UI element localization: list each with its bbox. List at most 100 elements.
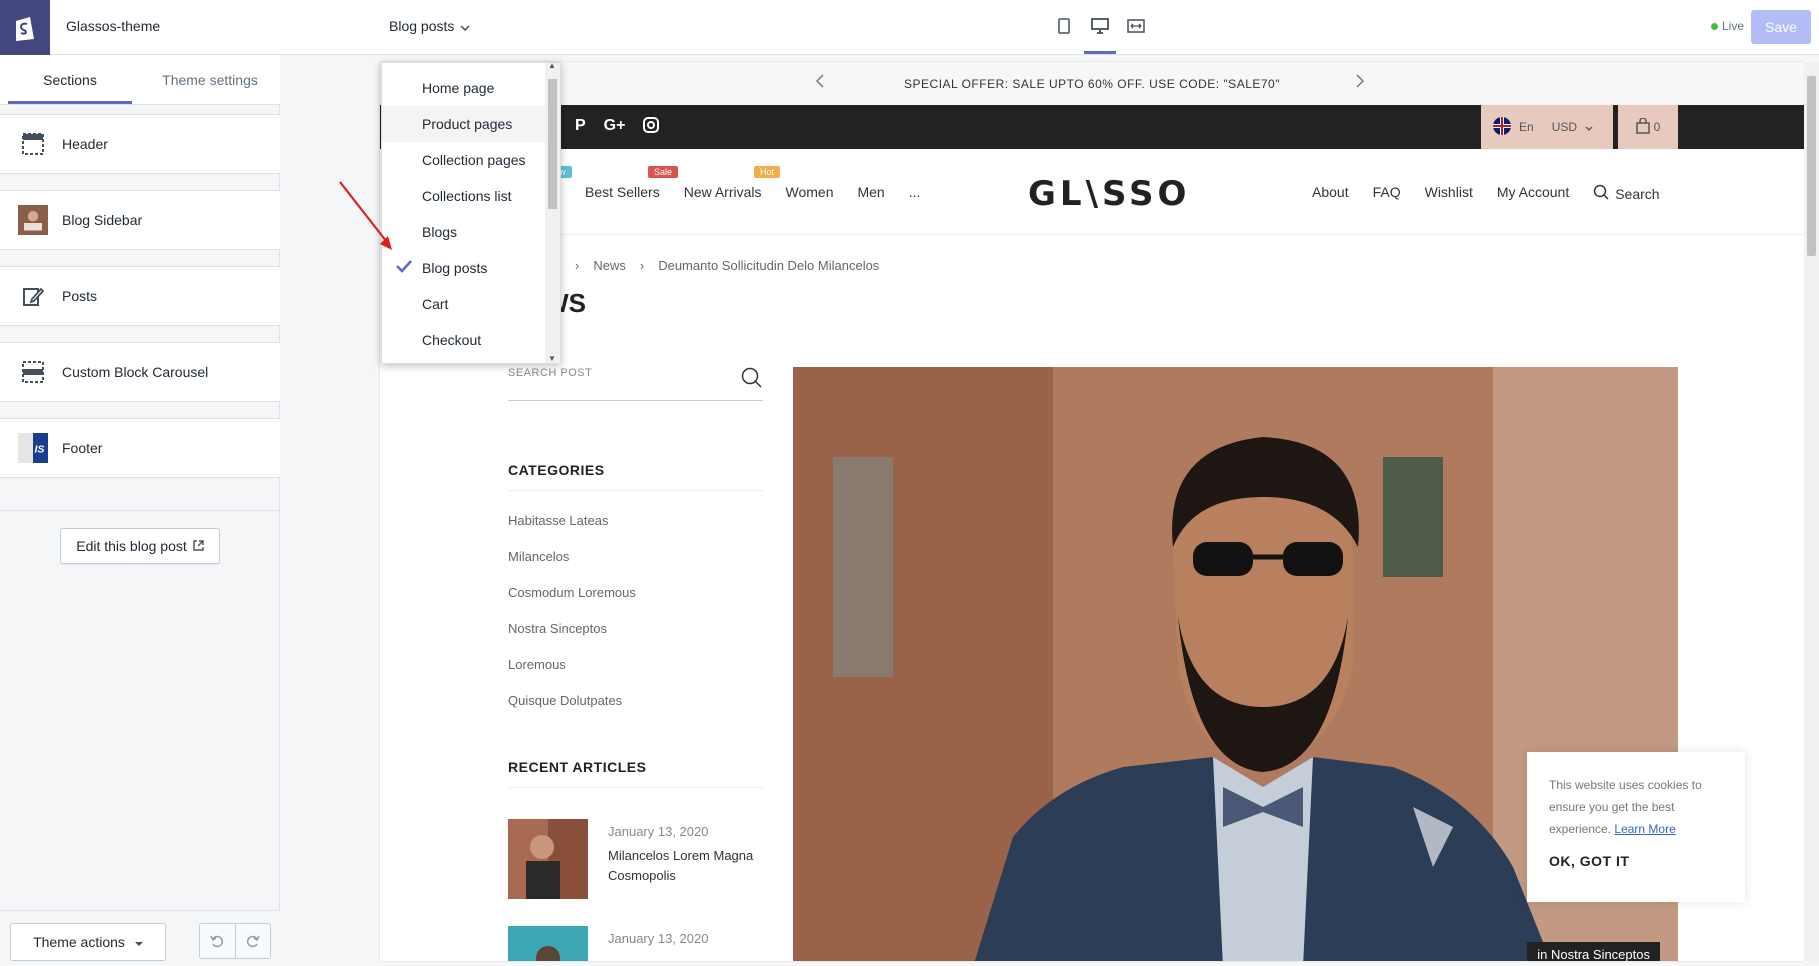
dropdown-item-checkout[interactable]: Checkout — [382, 322, 547, 358]
recent-article[interactable]: January 13, 2020 — [508, 926, 763, 961]
scroll-down-icon[interactable]: ▼ — [548, 354, 556, 363]
chevron-down-icon — [460, 18, 470, 34]
nav-women[interactable]: Women — [786, 184, 834, 200]
header-divider — [380, 234, 1804, 235]
tab-theme-settings[interactable]: Theme settings — [140, 55, 280, 104]
blog-search[interactable]: SEARCH POST — [508, 367, 763, 401]
categories-heading: CATEGORIES — [508, 462, 605, 478]
category-link[interactable]: Habitasse Lateas — [508, 513, 636, 549]
redo-icon[interactable] — [236, 924, 271, 958]
nav-wishlist[interactable]: Wishlist — [1425, 184, 1473, 203]
scrollbar-thumb[interactable] — [1807, 76, 1816, 256]
page-selector[interactable]: Blog posts — [389, 18, 470, 34]
main-nav-right: About FAQ Wishlist My Account Search — [1312, 184, 1660, 203]
cookie-accept-button[interactable]: OK, GOT IT — [1549, 850, 1723, 872]
editor-sidebar: Glassos-theme Sections Theme settings He… — [0, 0, 280, 966]
nav-my-account[interactable]: My Account — [1497, 184, 1569, 203]
article-thumbnail[interactable] — [508, 926, 588, 961]
currency-label: USD — [1551, 120, 1578, 134]
section-header[interactable]: Header — [0, 114, 280, 174]
breadcrumb-separator: › — [575, 258, 580, 273]
undo-icon[interactable] — [200, 924, 236, 958]
mobile-view-icon[interactable] — [1054, 16, 1074, 36]
instagram-icon[interactable] — [643, 117, 660, 138]
nav-about[interactable]: About — [1312, 184, 1349, 203]
sidebar-tabs: Sections Theme settings — [0, 55, 280, 105]
pinterest-icon[interactable]: P — [575, 117, 586, 138]
cart-count: 0 — [1653, 120, 1661, 134]
carousel-layout-icon — [18, 357, 48, 387]
section-posts[interactable]: Posts — [0, 266, 280, 326]
social-links: P G+ — [575, 117, 660, 138]
uk-flag-icon — [1493, 116, 1511, 138]
shopping-bag-icon — [1635, 116, 1650, 137]
chevron-right-icon[interactable] — [1356, 74, 1365, 91]
category-link[interactable]: Nostra Sinceptos — [508, 621, 636, 657]
category-link[interactable]: Loremous — [508, 657, 636, 693]
section-label: Posts — [62, 288, 98, 304]
store-logo[interactable]: GL\SSO — [1028, 174, 1190, 214]
external-link-icon — [193, 538, 204, 554]
sale-badge: Sale — [648, 166, 679, 178]
header-layout-icon — [18, 129, 48, 159]
main-nav-left: Best Sellers New Arrivals Women Men ... — [585, 184, 920, 200]
section-label: Custom Block Carousel — [62, 364, 209, 380]
nav-more[interactable]: ... — [909, 184, 921, 200]
desktop-view-icon[interactable] — [1084, 16, 1116, 54]
dropdown-item-blog-posts[interactable]: Blog posts — [382, 250, 547, 286]
search-input[interactable]: SEARCH POST — [508, 367, 592, 379]
recent-article[interactable]: January 13, 2020 Milancelos Lorem Magna … — [508, 819, 763, 899]
category-link[interactable]: Milancelos — [508, 549, 636, 585]
nav-new-arrivals[interactable]: New Arrivals — [684, 184, 762, 200]
tab-sections[interactable]: Sections — [0, 55, 140, 104]
section-custom-block-carousel[interactable]: Custom Block Carousel — [0, 342, 280, 402]
scroll-up-icon[interactable]: ▲ — [548, 63, 556, 70]
search-icon — [1593, 184, 1609, 203]
divider — [0, 510, 280, 511]
learn-more-link[interactable]: Learn More — [1614, 822, 1675, 836]
dropdown-item-collection-pages[interactable]: Collection pages — [382, 142, 547, 178]
category-link[interactable]: Cosmodum Loremous — [508, 585, 636, 621]
checkmark-icon — [396, 259, 412, 276]
hero-category-tag[interactable]: in Nostra Sinceptos — [1527, 942, 1660, 961]
dropdown-item-home-page[interactable]: Home page — [382, 70, 547, 106]
page-selector-dropdown: Home page Product pages Collection pages… — [381, 62, 561, 364]
language-currency-selector[interactable]: En USD — [1481, 105, 1613, 149]
nav-men[interactable]: Men — [857, 184, 884, 200]
scrollbar-thumb[interactable] — [548, 79, 557, 209]
full-width-view-icon[interactable] — [1126, 16, 1146, 36]
section-footer[interactable]: IS Footer — [0, 418, 280, 478]
footer-thumbnail: IS — [18, 433, 48, 463]
dropdown-scrollbar[interactable]: ▲ ▼ — [545, 63, 560, 363]
section-label: Header — [62, 136, 108, 152]
categories-list: Habitasse Lateas Milancelos Cosmodum Lor… — [508, 513, 636, 729]
section-blog-sidebar[interactable]: Blog Sidebar — [0, 190, 280, 250]
cookie-banner: This website uses cookies to ensure you … — [1527, 752, 1745, 902]
save-button[interactable]: Save — [1751, 10, 1811, 44]
dropdown-item-collections-list[interactable]: Collections list — [382, 178, 547, 214]
chevron-left-icon[interactable] — [815, 74, 824, 91]
shopify-logo-icon[interactable] — [0, 0, 50, 55]
article-date: January 13, 2020 — [608, 824, 709, 839]
dropdown-item-product-pages[interactable]: Product pages — [382, 106, 547, 142]
google-plus-icon[interactable]: G+ — [604, 117, 626, 138]
breadcrumb-news[interactable]: News — [593, 258, 626, 273]
section-label: Blog Sidebar — [62, 212, 143, 228]
undo-redo-group — [199, 923, 271, 959]
dropdown-item-blogs[interactable]: Blogs — [382, 214, 547, 250]
article-title[interactable]: Milancelos Lorem Magna Cosmopolis — [608, 846, 758, 886]
edit-blog-post-button[interactable]: Edit this blog post — [60, 528, 220, 564]
search-icon[interactable] — [741, 367, 763, 389]
preview-scrollbar[interactable] — [1804, 62, 1819, 961]
announcement-bar: SPECIAL OFFER: SALE UPTO 60% OFF. USE CO… — [380, 62, 1804, 105]
dropdown-item-cart[interactable]: Cart — [382, 286, 547, 322]
theme-actions-button[interactable]: Theme actions — [10, 923, 166, 961]
divider — [508, 787, 763, 788]
nav-search[interactable]: Search — [1593, 184, 1660, 203]
nav-faq[interactable]: FAQ — [1373, 184, 1401, 203]
nav-best-sellers[interactable]: Best Sellers — [585, 184, 660, 200]
breadcrumb: › News › Deumanto Sollicitudin Delo Mila… — [575, 258, 879, 273]
article-thumbnail[interactable] — [508, 819, 588, 899]
category-link[interactable]: Quisque Dolutpates — [508, 693, 636, 729]
cart-button[interactable]: 0 — [1618, 105, 1678, 149]
